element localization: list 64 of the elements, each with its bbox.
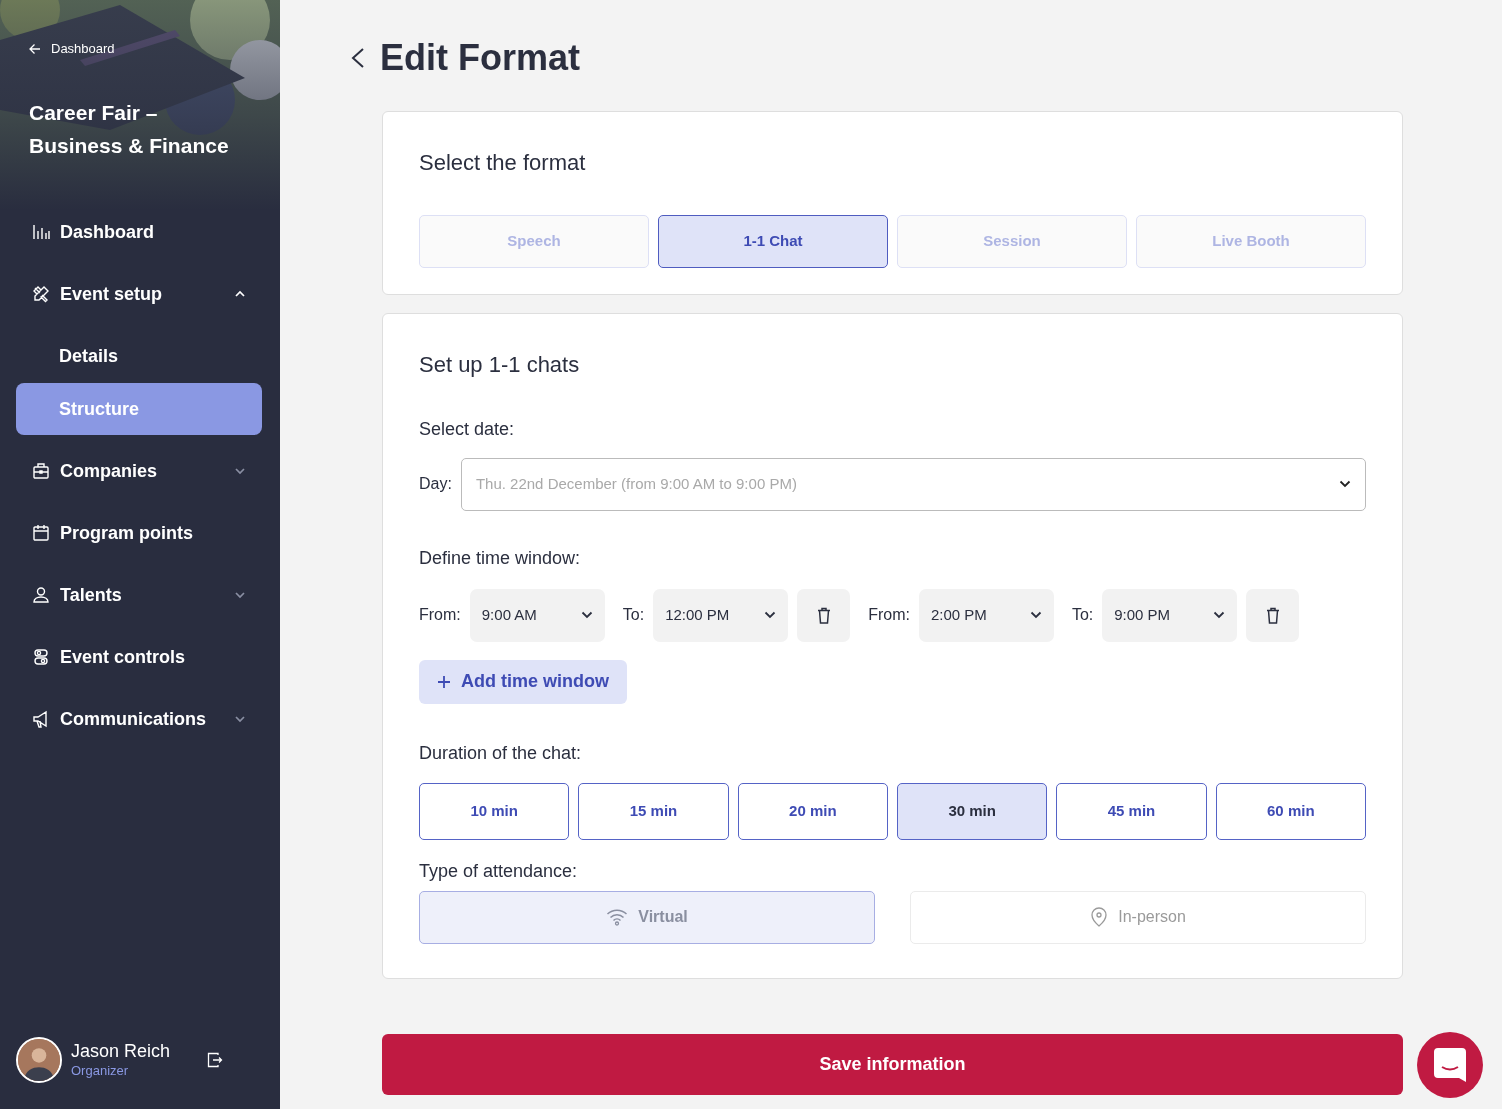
nav-item[interactable]: Communications: [16, 693, 262, 745]
wifi-icon: [606, 908, 629, 927]
location-pin-icon: [1090, 907, 1109, 928]
avatar: [16, 1037, 62, 1083]
delete-button[interactable]: [797, 588, 851, 642]
chevron-down-icon: [764, 611, 777, 620]
card-title: Select the format: [419, 150, 587, 177]
nav-item[interactable]: Program points: [16, 507, 262, 559]
nav-item[interactable]: Companies: [16, 445, 262, 497]
card-title: Set up 1-1 chats: [419, 351, 581, 378]
duration-option[interactable]: 45 min: [1056, 782, 1207, 840]
duration-option[interactable]: 30 min: [897, 782, 1048, 840]
nav-item[interactable]: Event setup: [16, 268, 262, 320]
logout-icon[interactable]: [207, 1052, 224, 1068]
field-label: Select date:: [419, 417, 516, 441]
user-name: Jason Reich: [71, 1041, 171, 1063]
field-label: From:: [868, 605, 910, 626]
field-label: Define time window:: [419, 546, 582, 570]
calendar-icon: [32, 524, 50, 542]
megaphone-icon: [32, 710, 50, 728]
field-label: Type of attendance:: [419, 859, 579, 883]
plus-icon: [437, 674, 451, 689]
chevron-down-icon: [234, 465, 246, 477]
field-label: From:: [419, 605, 461, 626]
chevron-down-icon: [234, 589, 246, 601]
field-label: To:: [622, 605, 645, 626]
bars-icon: [32, 223, 50, 241]
nav-item[interactable]: Dashboard: [16, 206, 262, 258]
duration-option[interactable]: 15 min: [578, 782, 729, 840]
back-link[interactable]: Dashboard: [29, 39, 115, 59]
chevron-down-icon: [1213, 611, 1226, 620]
page-title: Edit Format: [380, 36, 580, 80]
briefcase-icon: [32, 462, 50, 480]
field-label: Day:: [419, 474, 452, 495]
nav-item[interactable]: Talents: [16, 569, 262, 621]
back-arrow-icon: [29, 43, 41, 55]
add-time-window-button[interactable]: Add time window: [419, 659, 627, 704]
time-select[interactable]: 12:00 PM: [653, 588, 789, 642]
trash-icon: [1265, 606, 1280, 624]
chevron-down-icon: [580, 611, 593, 620]
nav-item[interactable]: Details: [16, 330, 262, 382]
field-label: To:: [1071, 605, 1094, 626]
delete-button[interactable]: [1246, 588, 1300, 642]
time-select[interactable]: 9:00 PM: [1102, 588, 1238, 642]
save-button[interactable]: Save information: [382, 1034, 1403, 1096]
user-role: Organizer: [71, 1063, 130, 1079]
duration-option[interactable]: 20 min: [737, 782, 888, 840]
field-label: Duration of the chat:: [419, 741, 583, 765]
person-icon: [32, 586, 50, 604]
toggles-icon: [32, 648, 50, 666]
chevron-down-icon: [1029, 611, 1042, 620]
event-title: Career Fair – Business & Finance: [29, 100, 230, 159]
time-select[interactable]: 9:00 AM: [469, 588, 605, 642]
trash-icon: [816, 606, 831, 624]
duration-option[interactable]: 60 min: [1215, 782, 1366, 840]
tools-icon: [32, 285, 50, 303]
chevron-down-icon: [234, 713, 246, 725]
back-chevron-icon[interactable]: [350, 46, 366, 69]
duration-option[interactable]: 10 min: [419, 782, 570, 840]
format-option[interactable]: 1-1 Chat: [658, 214, 888, 268]
time-select[interactable]: 2:00 PM: [918, 588, 1054, 642]
chevron-down-icon: [1339, 480, 1351, 489]
nav-item[interactable]: Event controls: [16, 631, 262, 683]
chat-icon: [1433, 1046, 1467, 1083]
